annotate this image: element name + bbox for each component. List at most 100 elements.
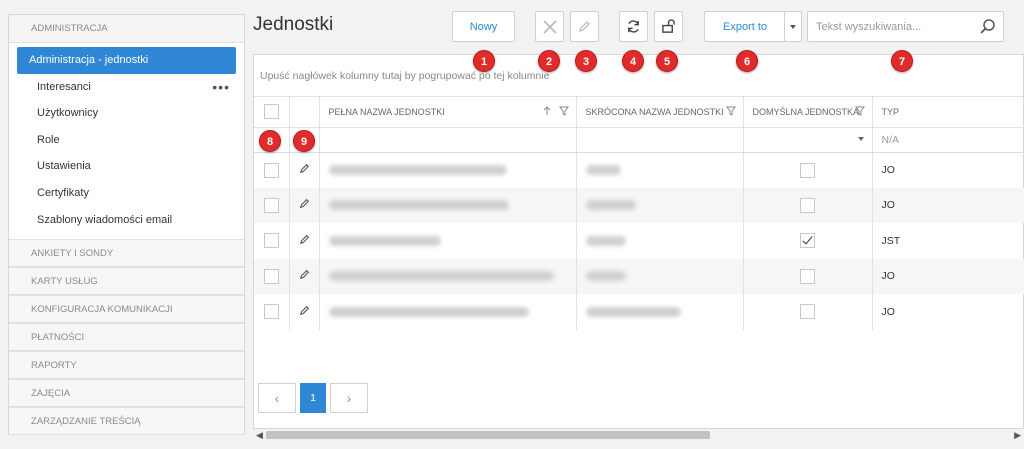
pencil-icon[interactable]	[299, 198, 310, 209]
row-select-cell	[254, 294, 290, 330]
row-checkbox[interactable]	[263, 162, 279, 178]
select-all-cell	[254, 97, 290, 128]
filter-default-unit[interactable]	[743, 127, 873, 153]
sidebar-item-interesanci[interactable]: Interesanci •••	[17, 74, 236, 101]
default-unit-checkbox	[800, 162, 815, 178]
table-row[interactable]: JO	[254, 258, 1024, 294]
annotation-badge: 7	[891, 50, 913, 72]
new-button[interactable]: Nowy	[452, 11, 515, 42]
row-checkbox[interactable]	[263, 197, 279, 213]
scroll-right-icon[interactable]: ▶	[1014, 430, 1021, 441]
select-all-checkbox[interactable]	[263, 104, 279, 120]
redacted-text	[328, 306, 529, 317]
search-input[interactable]	[808, 12, 973, 41]
row-select-cell	[254, 223, 290, 259]
row-edit-cell	[289, 223, 320, 259]
redacted-text	[585, 165, 621, 176]
pencil-icon[interactable]	[299, 305, 310, 316]
cell-default-unit	[743, 294, 873, 330]
sidebar-item-label: Szablony wiadomości email	[37, 213, 173, 226]
annotation-badge: 8	[259, 130, 281, 152]
row-edit-cell	[289, 187, 320, 223]
sidebar-section-konfiguracja[interactable]: KONFIGURACJA KOMUNIKACJI	[9, 295, 244, 324]
cell-full-name	[319, 258, 577, 294]
scroll-left-icon[interactable]: ◀	[256, 430, 263, 441]
annotation-badge: 9	[293, 130, 315, 152]
table-row[interactable]: JST	[254, 223, 1024, 259]
column-header-full-name[interactable]: PEŁNA NAZWA JEDNOSTKI	[319, 97, 577, 128]
pencil-icon[interactable]	[299, 163, 310, 174]
sidebar-section-karty-uslug[interactable]: KARTY USŁUG	[9, 267, 244, 296]
row-checkbox[interactable]	[263, 268, 279, 284]
pencil-icon	[579, 21, 590, 32]
edit-column-header	[289, 97, 320, 128]
column-header-type[interactable]: TYP	[872, 97, 1024, 128]
redacted-text	[585, 306, 681, 317]
caret-down-icon[interactable]	[857, 136, 864, 141]
edit-button[interactable]	[570, 11, 599, 42]
scrollbar-thumb[interactable]	[266, 431, 710, 439]
pencil-icon[interactable]	[299, 234, 310, 245]
unlock-button[interactable]	[654, 11, 683, 42]
app-root: ADMINISTRACJA Administracja - jednostki …	[0, 0, 1024, 449]
sidebar-item-uzytkownicy[interactable]: Użytkownicy	[17, 100, 236, 127]
filter-short-name[interactable]	[576, 127, 744, 153]
row-checkbox[interactable]	[263, 304, 279, 320]
annotation-badge: 1	[473, 50, 495, 72]
cell-short-name	[576, 294, 744, 330]
redacted-text	[328, 165, 507, 176]
unlock-icon	[662, 19, 675, 33]
sidebar-section-zajecia[interactable]: ZAJĘCIA	[9, 379, 244, 408]
redacted-text	[585, 235, 626, 246]
sidebar-item-certyfikaty[interactable]: Certyfikaty	[17, 180, 236, 207]
prev-page-button[interactable]: ‹	[258, 383, 296, 413]
sidebar-item-ustawienia[interactable]: Ustawienia	[17, 153, 236, 180]
column-header-default-unit[interactable]: DOMYŚLNA JEDNOSTKA	[743, 97, 873, 128]
row-edit-cell	[289, 258, 320, 294]
filter-full-name[interactable]	[319, 127, 577, 153]
filter-icon[interactable]	[854, 106, 865, 116]
delete-button[interactable]	[535, 11, 564, 42]
sidebar-section-platnosci[interactable]: PŁATNOŚCI	[9, 323, 244, 352]
row-edit-cell	[289, 294, 320, 330]
table-row[interactable]: JO	[254, 187, 1024, 223]
column-header-short-name[interactable]: SKRÓCONA NAZWA JEDNOSTKI	[576, 97, 744, 128]
horizontal-scrollbar[interactable]: ◀ ▶	[253, 429, 1024, 441]
grid-table: PEŁNA NAZWA JEDNOSTKI SKRÓCONA NAZWA JED…	[254, 97, 1024, 330]
filter-type[interactable]: N/A	[872, 127, 1024, 153]
annotation-badge: 5	[656, 50, 678, 72]
filter-icon[interactable]	[558, 106, 569, 116]
sidebar-section-ankiety[interactable]: ANKIETY I SONDY	[9, 239, 244, 268]
row-edit-cell	[289, 152, 320, 188]
refresh-icon	[628, 20, 639, 33]
sidebar-item-role[interactable]: Role	[17, 127, 236, 154]
cell-default-unit	[743, 187, 873, 223]
table-row[interactable]: JO	[254, 152, 1024, 188]
refresh-button[interactable]	[619, 11, 648, 42]
table-row[interactable]: JO	[254, 294, 1024, 330]
default-unit-checkbox-checked	[800, 233, 815, 249]
more-icon[interactable]: •••	[212, 74, 230, 101]
export-dropdown-button[interactable]	[784, 11, 802, 42]
sidebar-item-szablony[interactable]: Szablony wiadomości email	[17, 207, 236, 234]
search-icon[interactable]	[979, 18, 996, 35]
next-page-button[interactable]: ›	[330, 383, 368, 413]
sidebar-section-administracja[interactable]: ADMINISTRACJA	[9, 15, 244, 43]
cell-short-name	[576, 223, 744, 259]
sidebar-item-administracja-jednostki[interactable]: Administracja - jednostki	[17, 47, 236, 74]
filter-icon[interactable]	[725, 106, 736, 116]
row-select-cell	[254, 258, 290, 294]
row-checkbox[interactable]	[263, 233, 279, 249]
export-button[interactable]: Export to	[704, 11, 786, 42]
pencil-icon[interactable]	[299, 269, 310, 280]
cell-default-unit	[743, 223, 873, 259]
cell-type: JO	[872, 294, 1024, 330]
page-button-current[interactable]: 1	[300, 383, 326, 413]
column-header-label: PEŁNA NAZWA JEDNOSTKI	[328, 106, 445, 117]
data-grid: Upuść nagłówek kolumny tutaj by pogrupow…	[253, 54, 1024, 429]
sort-asc-icon[interactable]	[543, 106, 551, 116]
cell-default-unit	[743, 152, 873, 188]
sidebar-section-zarzadzanie[interactable]: ZARZĄDZANIE TREŚCIĄ	[9, 407, 244, 436]
sidebar-section-raporty[interactable]: RAPORTY	[9, 351, 244, 380]
sidebar-item-label: Interesanci	[37, 80, 91, 93]
